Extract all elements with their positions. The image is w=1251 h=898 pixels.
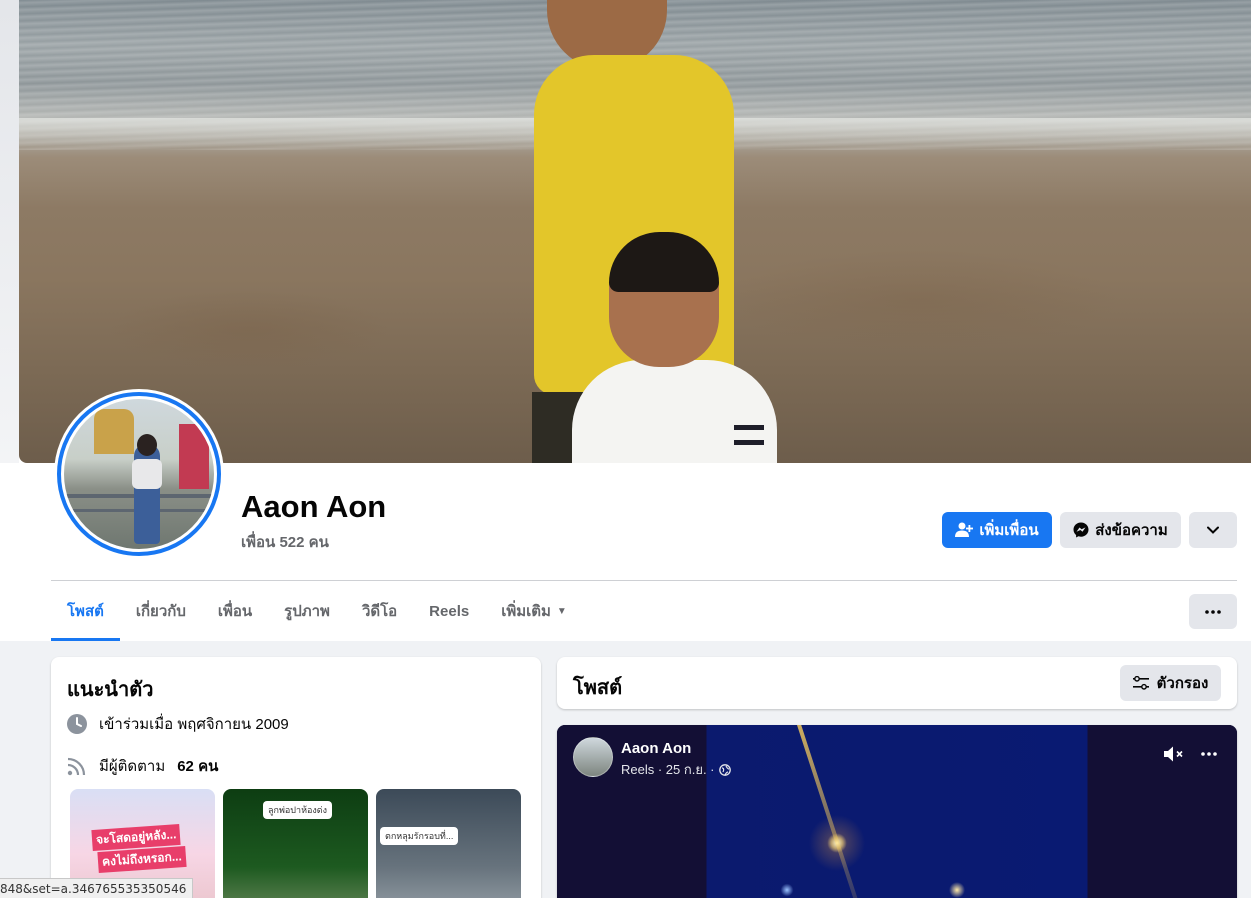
tab-label: เกี่ยวกับ [135,603,186,620]
tab-reels[interactable]: Reels [413,582,485,640]
tab-label: เพิ่มเติม [501,603,551,620]
avatar-ring [57,392,221,556]
cover-child-shirt [572,360,777,463]
intro-joined: เข้าร่วมเมื่อ พฤศจิกายน 2009 [67,712,289,736]
avatar-photo [64,399,214,549]
avatar-temple [94,409,134,454]
posts-header-card: โพสต์ ตัวกรอง [557,657,1237,709]
avatar-flowers [179,424,209,489]
add-friend-button[interactable]: เพิ่มเพื่อน [942,512,1052,548]
globe-icon [718,763,731,776]
rss-icon [67,757,86,776]
cover-photo[interactable] [19,0,1251,463]
cover-child-stripe [734,425,764,430]
followers-prefix: มีผู้ติดตาม [99,758,166,775]
chevron-down-icon [1207,526,1219,534]
message-label: ส่งข้อความ [1095,522,1168,539]
profile-name: Aaon Aon [241,489,387,524]
tab-friends[interactable]: เพื่อน [202,582,268,640]
joined-text: เข้าร่วมเมื่อ พฤศจิกายน 2009 [99,716,289,733]
featured-tag: ตกหลุมรักรอบที่... [380,827,459,845]
featured-caption: คงไม่ถึงหรอก... [97,845,187,874]
post-options-button[interactable] [1201,745,1217,756]
caret-down-icon: ▼ [556,605,567,617]
profile-more-button[interactable] [1189,512,1237,548]
featured-tag: ลูกพ่อ​ปาห้องด่ง [263,801,333,819]
intro-title: แนะนำตัว [67,679,154,701]
more-dots-icon [1205,609,1221,614]
tabs-more-button[interactable] [1189,594,1237,629]
add-user-icon [955,522,974,537]
tab-label: Reels [429,602,470,620]
tab-posts[interactable]: โพสต์ [51,582,120,641]
more-dots-icon [1201,752,1217,756]
add-friend-label: เพิ่มเพื่อน [979,522,1039,539]
avatar-person-top [132,459,162,489]
post-meta-text[interactable]: Reels · 25 ก.ย. · [621,759,715,780]
tab-label: เพื่อน [217,603,253,620]
reel-post[interactable]: Aaon Aon Reels · 25 ก.ย. · [557,725,1237,898]
tab-label: รูปภาพ [284,603,330,620]
tab-label: โพสต์ [67,603,104,620]
intro-followers: มีผู้ติดตาม 62 คน [67,754,218,778]
avatar-person-head [137,434,157,456]
filter-label: ตัวกรอง [1156,675,1209,692]
filter-button[interactable]: ตัวกรอง [1120,665,1221,701]
tab-more[interactable]: เพิ่มเติม ▼ [485,582,583,640]
featured-item[interactable]: ลูกพ่อ​ปาห้องด่ง [223,789,368,898]
status-bar-url: 848&set=a.346765535350546 [0,878,194,898]
filter-icon [1132,676,1149,690]
message-button[interactable]: ส่งข้อความ [1060,512,1181,548]
tab-videos[interactable]: วิดีโอ [346,582,413,640]
profile-tabs: โพสต์ เกี่ยวกับ เพื่อน รูปภาพ วิดีโอ Ree… [51,582,583,641]
post-author[interactable]: Aaon Aon [621,740,691,757]
profile-avatar[interactable] [54,389,224,559]
friend-count[interactable]: เพื่อน 522 คน [241,530,329,554]
posts-title: โพสต์ [573,677,623,699]
clock-icon [67,714,87,734]
speaker-muted-icon [1164,746,1183,762]
tab-about[interactable]: เกี่ยวกับ [120,582,202,640]
messenger-icon [1073,522,1089,538]
mute-button[interactable] [1163,745,1185,768]
intro-card: แนะนำตัว เข้าร่วมเมื่อ พฤศจิกายน 2009 มี… [51,657,541,898]
tab-label: วิดีโอ [361,603,398,620]
post-meta: Reels · 25 ก.ย. · [621,759,731,780]
left-edge [0,0,19,463]
cover-child-stripe [734,440,764,445]
featured-item[interactable]: ตกหลุมรักรอบที่... [376,789,521,898]
tab-photos[interactable]: รูปภาพ [268,582,346,640]
avatar[interactable] [573,737,613,777]
followers-value[interactable]: 62 คน [177,754,218,778]
header-divider [51,580,1237,581]
